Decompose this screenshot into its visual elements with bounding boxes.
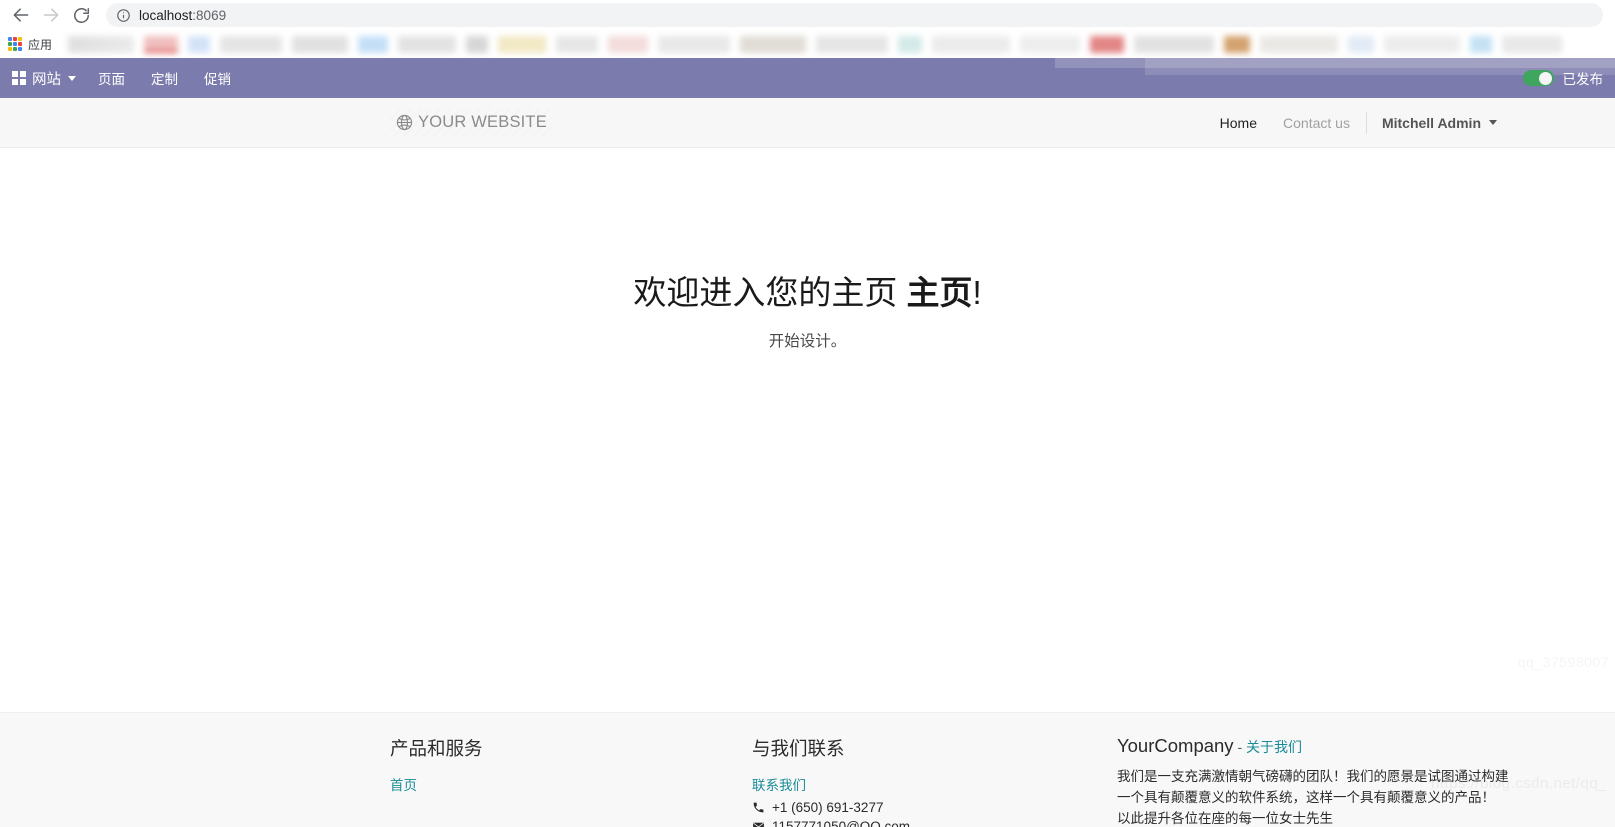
bookmarks-bar: 应用 (0, 30, 1615, 58)
url-host: localhost (139, 7, 193, 23)
odoo-editor-bar: 网站 页面 定制 促销 已发布 (0, 58, 1615, 98)
publish-control[interactable]: 已发布 (1522, 68, 1604, 88)
bookmark-item[interactable] (1224, 35, 1251, 53)
bookmark-item[interactable] (292, 35, 349, 53)
bookmark-item[interactable] (144, 35, 179, 53)
page-body: 欢迎进入您的主页 主页! 开始设计。 qq_37598007 (0, 148, 1615, 712)
bookmark-item[interactable] (68, 35, 135, 53)
footer-column-title: 与我们联系 (752, 738, 845, 759)
footer-link-contact-us[interactable]: 联系我们 (752, 774, 1117, 794)
footer-email-text: 1157771050@QQ.com (772, 819, 911, 827)
bookmarks-apps-label[interactable]: 应用 (28, 36, 52, 53)
bookmark-item[interactable] (1020, 35, 1081, 53)
bookmark-item[interactable] (608, 35, 649, 53)
footer-email[interactable]: 1157771050@QQ.com (752, 819, 1117, 827)
footer-company-name: YourCompany (1117, 735, 1234, 756)
page-subtitle: 开始设计。 (768, 332, 847, 350)
bookmark-item[interactable] (1348, 35, 1375, 53)
bookmark-item[interactable] (220, 35, 283, 53)
chevron-down-icon (68, 75, 76, 81)
bookmark-item[interactable] (816, 35, 889, 53)
bookmark-item[interactable] (1470, 35, 1493, 53)
bookmark-item[interactable] (1134, 35, 1215, 53)
site-logo[interactable]: YOUR WEBSITE (390, 109, 553, 136)
site-logo-text: YOUR WEBSITE (418, 113, 547, 131)
site-nav: Home Contact us Mitchell Admin (1207, 111, 1497, 134)
footer-column-products: 产品和服务 首页 (390, 735, 752, 827)
publish-toggle[interactable] (1522, 70, 1554, 86)
footer-link-about-us[interactable]: 关于我们 (1246, 739, 1302, 755)
browser-toolbar: localhost:8069 (0, 0, 1615, 30)
odoo-brand-menu[interactable]: 网站 (12, 68, 76, 89)
site-info-icon[interactable] (116, 8, 131, 23)
forward-button[interactable] (36, 1, 66, 29)
globe-icon (396, 114, 413, 131)
publish-label: 已发布 (1562, 72, 1604, 87)
footer-link-home[interactable]: 首页 (390, 774, 752, 794)
bookmark-item[interactable] (1384, 35, 1461, 53)
odoo-brand-label: 网站 (32, 71, 61, 88)
bookmark-item[interactable] (466, 35, 489, 53)
blurred-bookmarks[interactable] (68, 35, 1607, 53)
reload-button[interactable] (66, 1, 96, 29)
website-header: YOUR WEBSITE Home Contact us Mitchell Ad… (0, 98, 1615, 148)
bookmark-item[interactable] (556, 35, 599, 53)
footer-columns: 产品和服务 首页 与我们联系 联系我们 +1 (650) 691-3277 11… (0, 735, 1615, 827)
bookmark-item[interactable] (498, 35, 547, 53)
forward-arrow-icon (43, 8, 59, 22)
apps-grid-icon[interactable] (8, 37, 22, 51)
back-arrow-icon (13, 8, 29, 22)
user-menu[interactable]: Mitchell Admin (1370, 115, 1497, 131)
footer-phone[interactable]: +1 (650) 691-3277 (752, 800, 1117, 815)
menu-item-pages[interactable]: 页面 (98, 68, 125, 88)
bookmark-item[interactable] (358, 35, 389, 53)
nav-divider (1365, 111, 1367, 134)
page-title: 欢迎进入您的主页 主页! (633, 273, 981, 313)
address-bar[interactable]: localhost:8069 (106, 3, 1603, 27)
nav-link-contact-us[interactable]: Contact us (1270, 115, 1363, 131)
bookmark-item[interactable] (188, 35, 211, 53)
odoo-menu: 页面 定制 促销 (98, 68, 231, 88)
bar-overlay-highlight (1055, 58, 1615, 68)
page-title-bold: 主页 (906, 274, 973, 311)
nav-link-home[interactable]: Home (1207, 115, 1270, 131)
bookmark-item[interactable] (658, 35, 731, 53)
footer-company-dash: - (1233, 739, 1247, 755)
back-button[interactable] (6, 1, 36, 29)
url-port: :8069 (192, 7, 227, 23)
bookmark-item[interactable] (898, 35, 923, 53)
reload-icon (73, 7, 89, 23)
footer-company-line: YourCompany - 关于我们 (1117, 735, 1517, 757)
user-menu-label: Mitchell Admin (1381, 114, 1481, 131)
footer-phone-text: +1 (650) 691-3277 (772, 800, 884, 815)
website-footer: 产品和服务 首页 与我们联系 联系我们 +1 (650) 691-3277 11… (0, 712, 1615, 827)
footer-column-contact: 与我们联系 联系我们 +1 (650) 691-3277 1157771050@… (752, 735, 1117, 827)
menu-item-promote[interactable]: 促销 (204, 68, 231, 88)
menu-item-customize[interactable]: 定制 (151, 68, 178, 88)
chevron-down-icon (1489, 120, 1497, 125)
page-title-prefix: 欢迎进入您的主页 (633, 274, 907, 311)
bookmark-item[interactable] (1090, 35, 1125, 53)
envelope-icon (753, 822, 764, 827)
footer-column-title: 产品和服务 (390, 738, 483, 759)
image-watermark: qq_37598007 (1518, 654, 1609, 670)
browser-chrome: localhost:8069 应用 (0, 0, 1615, 58)
footer-watermark: https://blog.csdn.net/qq_ (1431, 775, 1607, 792)
bookmark-item[interactable] (740, 35, 807, 53)
bookmark-item[interactable] (932, 35, 1011, 53)
bookmark-item[interactable] (398, 35, 457, 53)
odoo-apps-grid-icon[interactable] (12, 71, 26, 85)
bookmark-item[interactable] (1260, 35, 1339, 53)
page-title-suffix: ! (972, 274, 982, 311)
bookmark-item[interactable] (1502, 35, 1563, 53)
phone-icon (753, 802, 764, 813)
